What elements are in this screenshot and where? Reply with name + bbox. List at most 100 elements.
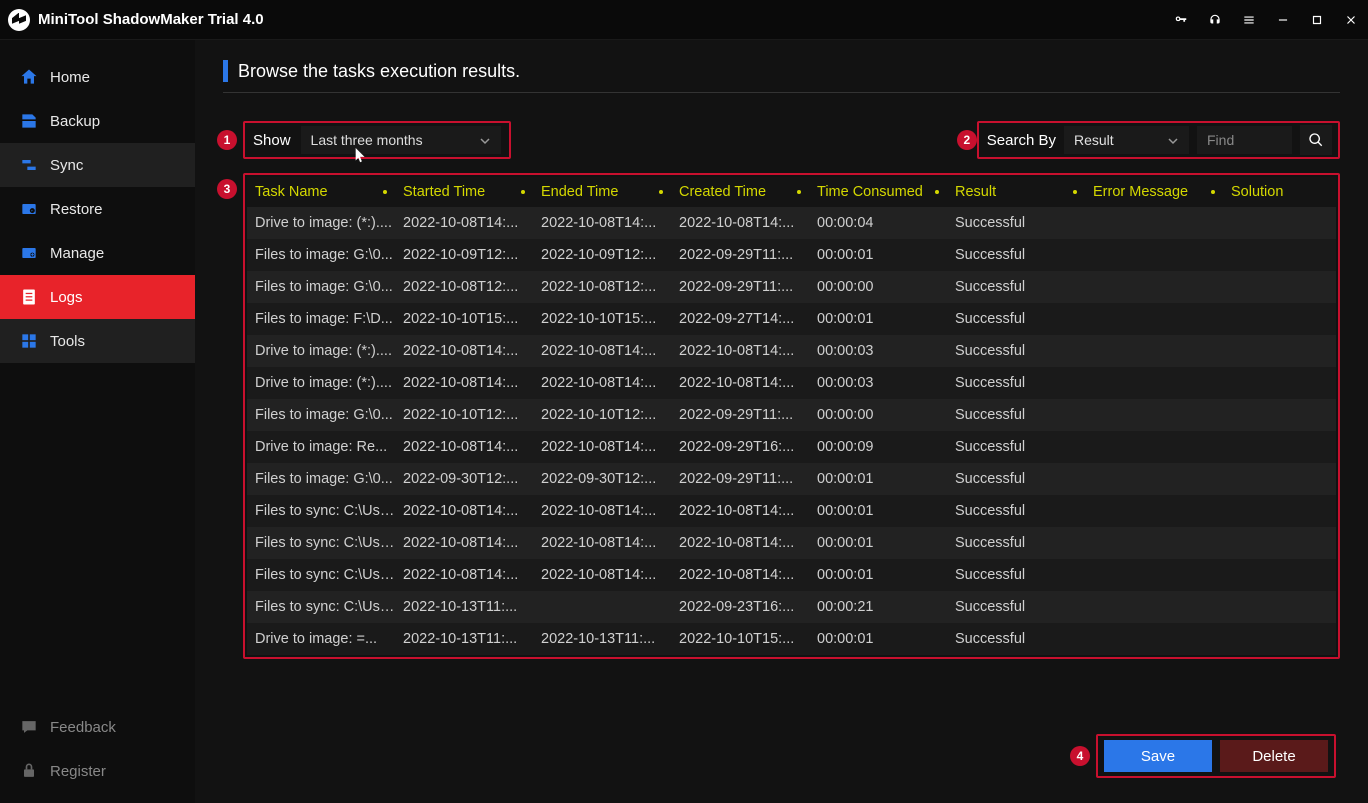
table-row[interactable]: Files to sync: C:\Use...2022-10-08T14:..…: [247, 495, 1336, 527]
cursor-icon: [355, 148, 367, 164]
table-cell: 2022-10-13T11:...: [533, 631, 671, 647]
table-row[interactable]: Drive to image: (*:)....2022-10-08T14:..…: [247, 335, 1336, 367]
table-cell: 00:00:01: [809, 503, 947, 519]
annotation-badge-1: 1: [217, 130, 237, 150]
table-row[interactable]: Drive to image: =...2022-10-13T11:...202…: [247, 623, 1336, 655]
table-cell: 2022-10-08T14:...: [671, 215, 809, 231]
table-row[interactable]: Files to sync: C:\Use...2022-10-08T14:..…: [247, 527, 1336, 559]
table-cell: 2022-09-29T11:...: [671, 247, 809, 263]
sidebar-item-tools[interactable]: Tools: [0, 319, 195, 363]
table-cell: 2022-10-08T12:...: [533, 279, 671, 295]
table-row[interactable]: Files to sync: C:\Use...2022-10-13T11:..…: [247, 591, 1336, 623]
th-error-message[interactable]: Error Message: [1085, 184, 1223, 200]
sidebar-item-label: Restore: [50, 201, 103, 218]
sidebar-item-backup[interactable]: Backup: [0, 99, 195, 143]
minimize-icon[interactable]: [1274, 11, 1292, 29]
table-row[interactable]: Files to image: G:\0...2022-09-30T12:...…: [247, 463, 1336, 495]
table-row[interactable]: Files to image: G:\0...2022-10-10T12:...…: [247, 399, 1336, 431]
table-cell: 00:00:01: [809, 247, 947, 263]
search-by-dropdown[interactable]: Result: [1064, 126, 1189, 154]
table-cell: Successful: [947, 311, 1085, 327]
table-row[interactable]: Files to image: F:\D...2022-10-10T15:...…: [247, 303, 1336, 335]
table-cell: 00:00:21: [809, 599, 947, 615]
table-cell: 2022-09-30T12:...: [533, 471, 671, 487]
table-body: Drive to image: (*:).... 2022-10-08T14:..…: [247, 207, 1336, 655]
search-button[interactable]: [1300, 125, 1332, 155]
logs-icon: [18, 286, 40, 308]
th-created-time[interactable]: Created Time: [671, 184, 809, 200]
register-icon: [18, 760, 40, 782]
delete-button[interactable]: Delete: [1220, 740, 1328, 772]
sidebar-item-manage[interactable]: Manage: [0, 231, 195, 275]
app-title: MiniTool ShadowMaker Trial 4.0: [38, 11, 264, 28]
menu-icon[interactable]: [1240, 11, 1258, 29]
show-dropdown-value: Last three months: [311, 132, 423, 148]
headset-icon[interactable]: [1206, 11, 1224, 29]
table-row[interactable]: Files to image: G:\0...2022-10-09T12:...…: [247, 239, 1336, 271]
th-result[interactable]: Result: [947, 184, 1085, 200]
table-cell: Files to image: G:\0...: [247, 471, 395, 487]
table-cell: Successful: [947, 279, 1085, 295]
table-row[interactable]: Drive to image: (*:)....2022-10-08T14:..…: [247, 367, 1336, 399]
table-cell: Drive to image: Re...: [247, 439, 395, 455]
table-cell: 2022-10-10T15:...: [671, 631, 809, 647]
table-cell: Successful: [947, 343, 1085, 359]
tools-icon: [18, 330, 40, 352]
table-row[interactable]: Files to image: G:\0...2022-10-08T12:...…: [247, 271, 1336, 303]
table-row[interactable]: Drive to image: Re...2022-10-08T14:...20…: [247, 431, 1336, 463]
home-icon: [18, 66, 40, 88]
table-cell: Successful: [947, 471, 1085, 487]
sidebar-item-register[interactable]: Register: [0, 749, 195, 793]
sidebar-item-label: Sync: [50, 157, 83, 174]
sidebar-item-feedback[interactable]: Feedback: [0, 705, 195, 749]
titlebar: MiniTool ShadowMaker Trial 4.0: [0, 0, 1368, 40]
table-cell: 2022-10-08T14:...: [395, 439, 533, 455]
th-started-time[interactable]: Started Time: [395, 184, 533, 200]
sidebar-item-logs[interactable]: Logs: [0, 275, 195, 319]
th-solution[interactable]: Solution: [1223, 184, 1336, 200]
table-cell: Successful: [947, 247, 1085, 263]
th-ended-time[interactable]: Ended Time: [533, 184, 671, 200]
sidebar-item-label: Tools: [50, 333, 85, 350]
sidebar-item-label: Backup: [50, 113, 100, 130]
th-task-name[interactable]: Task Name: [247, 184, 395, 200]
table-cell: 00:00:01: [809, 471, 947, 487]
table-cell: 2022-09-29T11:...: [671, 407, 809, 423]
show-label: Show: [253, 132, 291, 149]
table-cell: 00:00:09: [809, 439, 947, 455]
table-cell: 00:00:00: [809, 279, 947, 295]
table-cell: 2022-10-08T14:...: [533, 567, 671, 583]
sidebar-item-sync[interactable]: Sync: [0, 143, 195, 187]
table-cell: 2022-09-30T12:...: [395, 471, 533, 487]
table-cell: 2022-10-08T14:...: [533, 439, 671, 455]
table-cell: 2022-10-08T14:...: [395, 567, 533, 583]
table-cell: 2022-10-09T12:...: [533, 247, 671, 263]
close-icon[interactable]: [1342, 11, 1360, 29]
chevron-down-icon: [1167, 134, 1179, 146]
table-row[interactable]: Files to sync: C:\Use...2022-10-08T14:..…: [247, 559, 1336, 591]
page-headline: Browse the tasks execution results.: [223, 60, 1340, 93]
table-cell: 2022-09-27T14:...: [671, 311, 809, 327]
sidebar-item-restore[interactable]: Restore: [0, 187, 195, 231]
search-filter-box: Search By Result Find: [977, 121, 1340, 159]
log-table: Task Name Started Time Ended Time Create…: [243, 173, 1340, 659]
table-cell: 00:00:00: [809, 407, 947, 423]
backup-icon: [18, 110, 40, 132]
table-cell: Drive to image: (*:)....: [247, 343, 395, 359]
th-time-consumed[interactable]: Time Consumed: [809, 184, 947, 200]
feedback-icon: [18, 716, 40, 738]
table-row[interactable]: Drive to image: (*:)....2022-10-08T14:..…: [247, 207, 1336, 239]
table-cell: 2022-09-29T11:...: [671, 471, 809, 487]
key-icon[interactable]: [1172, 11, 1190, 29]
table-cell: Files to image: G:\0...: [247, 407, 395, 423]
show-dropdown[interactable]: Last three months: [301, 126, 501, 154]
sync-icon: [18, 154, 40, 176]
maximize-icon[interactable]: [1308, 11, 1326, 29]
headline-text: Browse the tasks execution results.: [238, 61, 520, 82]
save-button[interactable]: Save: [1104, 740, 1212, 772]
sidebar-item-home[interactable]: Home: [0, 55, 195, 99]
table-cell: 2022-10-08T14:...: [533, 503, 671, 519]
table-cell: 2022-10-08T14:...: [671, 375, 809, 391]
content-area: Browse the tasks execution results. 1 Sh…: [195, 40, 1368, 803]
search-input[interactable]: Find: [1197, 126, 1292, 154]
